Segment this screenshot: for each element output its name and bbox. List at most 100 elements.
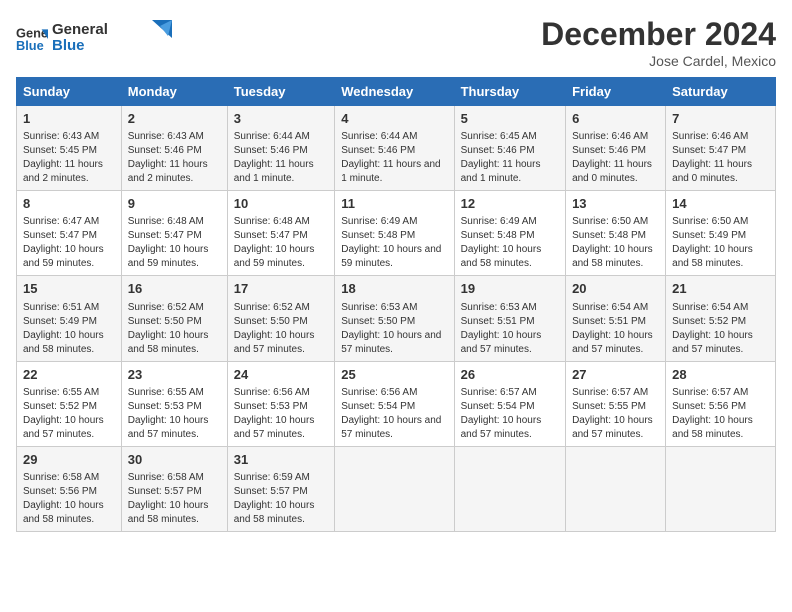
day-info: Sunrise: 6:50 AMSunset: 5:48 PMDaylight:… [572,215,659,271]
day-info: Sunrise: 6:46 AMSunset: 5:46 PMDaylight:… [572,130,659,186]
calendar-cell [666,446,776,531]
calendar-cell: 29 Sunrise: 6:58 AMSunset: 5:56 PMDayligh… [17,446,122,531]
location: Jose Cardel, Mexico [541,53,776,69]
calendar-cell: 24Sunrise: 6:56 AMSunset: 5:53 PMDayligh… [227,361,335,446]
column-header-monday: Monday [121,78,227,106]
day-info: Sunrise: 6:53 AMSunset: 5:51 PMDaylight:… [461,301,559,357]
day-number: 11 [341,195,447,213]
calendar-week-row: 22 Sunrise: 6:55 AMSunset: 5:52 PMDayligh… [17,361,776,446]
calendar-cell: 6 Sunrise: 6:46 AMSunset: 5:46 PMDaylight… [566,106,666,191]
day-info: Sunrise: 6:57 AMSunset: 5:56 PMDaylight:… [672,386,769,442]
month-title: December 2024 [541,16,776,53]
calendar-header-row: SundayMondayTuesdayWednesdayThursdayFrid… [17,78,776,106]
day-info: Sunrise: 6:52 AMSunset: 5:50 PMDaylight:… [128,301,221,357]
logo-icon: General Blue [16,23,48,55]
day-info: Sunrise: 6:45 AMSunset: 5:46 PMDaylight:… [461,130,559,186]
calendar-cell: 13 Sunrise: 6:50 AMSunset: 5:48 PMDayligh… [566,191,666,276]
day-info: Sunrise: 6:58 AMSunset: 5:57 PMDaylight:… [128,471,221,527]
day-number: 13 [572,195,659,213]
calendar-cell [566,446,666,531]
day-info: Sunrise: 6:57 AMSunset: 5:55 PMDaylight:… [572,386,659,442]
svg-text:Blue: Blue [16,38,44,53]
day-number: 8 [23,195,115,213]
day-info: Sunrise: 6:54 AMSunset: 5:52 PMDaylight:… [672,301,769,357]
calendar-cell: 11 Sunrise: 6:49 AMSunset: 5:48 PMDayligh… [335,191,454,276]
logo-bird-icon: General Blue [52,16,172,56]
day-number: 22 [23,366,115,384]
day-number: 6 [572,110,659,128]
day-number: 30 [128,451,221,469]
day-info: Sunrise: 6:49 AMSunset: 5:48 PMDaylight:… [341,215,447,271]
calendar-cell: 10 Sunrise: 6:48 AMSunset: 5:47 PMDayligh… [227,191,335,276]
calendar-cell: 8 Sunrise: 6:47 AMSunset: 5:47 PMDaylight… [17,191,122,276]
calendar-cell: 22 Sunrise: 6:55 AMSunset: 5:52 PMDayligh… [17,361,122,446]
day-number: 15 [23,280,115,298]
day-info: Sunrise: 6:55 AMSunset: 5:52 PMDaylight:… [23,386,115,442]
day-number: 19 [461,280,559,298]
calendar-cell: 30 Sunrise: 6:58 AMSunset: 5:57 PMDayligh… [121,446,227,531]
day-info: Sunrise: 6:43 AMSunset: 5:45 PMDaylight:… [23,130,115,186]
calendar-cell: 15 Sunrise: 6:51 AMSunset: 5:49 PMDayligh… [17,276,122,361]
calendar-cell: 19 Sunrise: 6:53 AMSunset: 5:51 PMDayligh… [454,276,565,361]
calendar-week-row: 8 Sunrise: 6:47 AMSunset: 5:47 PMDaylight… [17,191,776,276]
calendar-cell: 25Sunrise: 6:56 AMSunset: 5:54 PMDayligh… [335,361,454,446]
day-info: Sunrise: 6:57 AMSunset: 5:54 PMDaylight:… [461,386,559,442]
day-info: Sunrise: 6:52 AMSunset: 5:50 PMDaylight:… [234,301,329,357]
calendar-cell: 4Sunrise: 6:44 AMSunset: 5:46 PMDaylight… [335,106,454,191]
day-info: Sunrise: 6:44 AMSunset: 5:46 PMDaylight:… [341,130,447,186]
day-number: 17 [234,280,329,298]
day-info: Sunrise: 6:48 AMSunset: 5:47 PMDaylight:… [234,215,329,271]
day-number: 29 [23,451,115,469]
calendar-cell: 14Sunrise: 6:50 AMSunset: 5:49 PMDayligh… [666,191,776,276]
day-info: Sunrise: 6:58 AMSunset: 5:56 PMDaylight:… [23,471,115,527]
calendar-cell: 27 Sunrise: 6:57 AMSunset: 5:55 PMDayligh… [566,361,666,446]
calendar-cell: 3 Sunrise: 6:44 AMSunset: 5:46 PMDaylight… [227,106,335,191]
day-number: 25 [341,366,447,384]
day-info: Sunrise: 6:44 AMSunset: 5:46 PMDaylight:… [234,130,329,186]
day-number: 7 [672,110,769,128]
calendar-cell: 17 Sunrise: 6:52 AMSunset: 5:50 PMDayligh… [227,276,335,361]
day-number: 21 [672,280,769,298]
day-number: 14 [672,195,769,213]
day-number: 12 [461,195,559,213]
day-info: Sunrise: 6:46 AMSunset: 5:47 PMDaylight:… [672,130,769,186]
calendar-week-row: 15 Sunrise: 6:51 AMSunset: 5:49 PMDayligh… [17,276,776,361]
day-info: Sunrise: 6:59 AMSunset: 5:57 PMDaylight:… [234,471,329,527]
day-info: Sunrise: 6:56 AMSunset: 5:53 PMDaylight:… [234,386,329,442]
calendar-cell: 23Sunrise: 6:55 AMSunset: 5:53 PMDayligh… [121,361,227,446]
calendar-table: SundayMondayTuesdayWednesdayThursdayFrid… [16,77,776,532]
calendar-cell: 2 Sunrise: 6:43 AMSunset: 5:46 PMDaylight… [121,106,227,191]
day-number: 10 [234,195,329,213]
day-number: 20 [572,280,659,298]
column-header-friday: Friday [566,78,666,106]
page-container: General Blue General Blue December 2024 … [16,16,776,532]
day-info: Sunrise: 6:47 AMSunset: 5:47 PMDaylight:… [23,215,115,271]
day-info: Sunrise: 6:49 AMSunset: 5:48 PMDaylight:… [461,215,559,271]
day-info: Sunrise: 6:54 AMSunset: 5:51 PMDaylight:… [572,301,659,357]
column-header-thursday: Thursday [454,78,565,106]
day-info: Sunrise: 6:43 AMSunset: 5:46 PMDaylight:… [128,130,221,186]
calendar-cell: 16 Sunrise: 6:52 AMSunset: 5:50 PMDayligh… [121,276,227,361]
calendar-cell: 21 Sunrise: 6:54 AMSunset: 5:52 PMDayligh… [666,276,776,361]
svg-text:General: General [52,21,108,38]
calendar-week-row: 1 Sunrise: 6:43 AMSunset: 5:45 PMDaylight… [17,106,776,191]
calendar-cell: 5 Sunrise: 6:45 AMSunset: 5:46 PMDaylight… [454,106,565,191]
day-number: 28 [672,366,769,384]
column-header-wednesday: Wednesday [335,78,454,106]
column-header-saturday: Saturday [666,78,776,106]
day-number: 26 [461,366,559,384]
calendar-week-row: 29 Sunrise: 6:58 AMSunset: 5:56 PMDayligh… [17,446,776,531]
day-number: 16 [128,280,221,298]
day-number: 3 [234,110,329,128]
day-number: 2 [128,110,221,128]
day-number: 1 [23,110,115,128]
day-number: 31 [234,451,329,469]
calendar-cell: 1 Sunrise: 6:43 AMSunset: 5:45 PMDaylight… [17,106,122,191]
calendar-cell: 20 Sunrise: 6:54 AMSunset: 5:51 PMDayligh… [566,276,666,361]
day-info: Sunrise: 6:51 AMSunset: 5:49 PMDaylight:… [23,301,115,357]
column-header-sunday: Sunday [17,78,122,106]
calendar-cell: 9Sunrise: 6:48 AMSunset: 5:47 PMDaylight… [121,191,227,276]
day-number: 23 [128,366,221,384]
day-number: 5 [461,110,559,128]
day-number: 27 [572,366,659,384]
